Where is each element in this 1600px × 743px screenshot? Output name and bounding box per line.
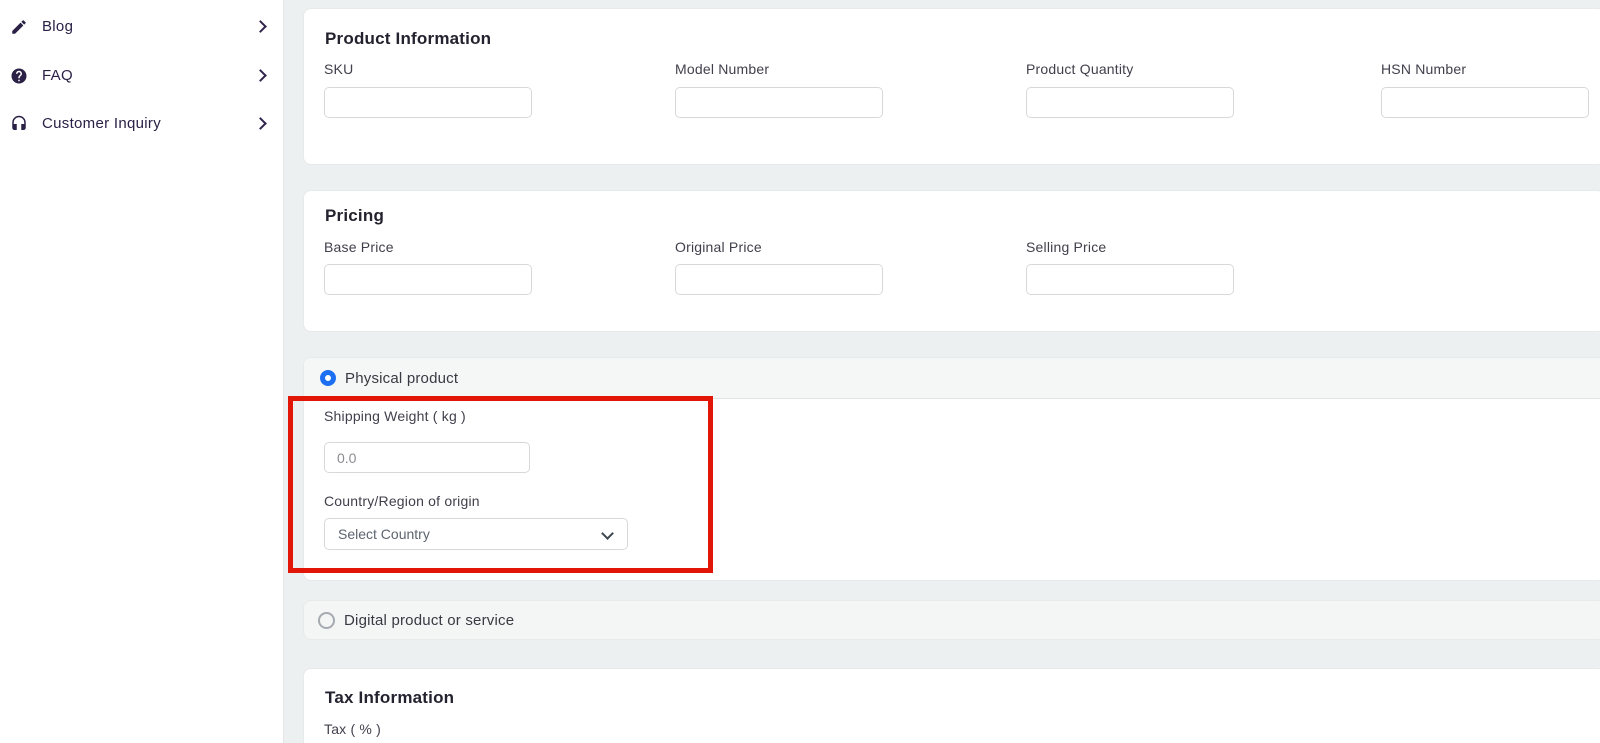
tax-percent-label: Tax ( % ) [324,721,381,737]
pricing-card: Pricing Base Price Original Price Sellin… [303,190,1600,332]
digital-product-option[interactable]: Digital product or service [303,600,1600,640]
hsn-number-input[interactable] [1381,87,1589,118]
model-number-label: Model Number [675,61,769,77]
product-information-card: Product Information SKU Model Number Pro… [303,8,1600,165]
shipping-weight-label: Shipping Weight ( kg ) [324,408,466,424]
base-price-input[interactable] [324,264,532,295]
country-select-value: Select Country [338,526,430,542]
country-select[interactable]: Select Country [324,518,628,550]
chevron-right-icon [254,117,267,130]
pricing-title: Pricing [325,206,384,226]
product-information-title: Product Information [325,29,491,49]
sidebar-item-label: FAQ [42,67,73,84]
sku-label: SKU [324,61,353,77]
sidebar-item-faq[interactable]: FAQ [0,56,283,96]
physical-product-radio[interactable] [320,370,336,386]
selling-price-input[interactable] [1026,264,1234,295]
headset-icon [10,115,28,133]
page: Blog FAQ Customer Inquiry Product Inform… [0,0,1600,743]
selling-price-label: Selling Price [1026,239,1106,255]
digital-product-radio[interactable] [318,612,335,629]
country-origin-label: Country/Region of origin [324,493,480,509]
digital-product-label: Digital product or service [344,612,514,629]
sidebar-item-label: Customer Inquiry [42,115,161,132]
physical-product-option[interactable]: Physical product [304,358,1600,399]
sku-input[interactable] [324,87,532,118]
product-quantity-input[interactable] [1026,87,1234,118]
chevron-down-icon [601,527,614,540]
chevron-right-icon [254,20,267,33]
pencil-icon [10,18,28,36]
question-circle-icon [10,67,28,85]
hsn-number-label: HSN Number [1381,61,1466,77]
chevron-right-icon [254,69,267,82]
shipping-weight-input[interactable] [324,442,530,473]
sidebar-item-customer-inquiry[interactable]: Customer Inquiry [0,104,283,144]
model-number-input[interactable] [675,87,883,118]
tax-information-card: Tax Information Tax ( % ) [303,668,1600,743]
sidebar-item-label: Blog [42,18,73,35]
base-price-label: Base Price [324,239,394,255]
original-price-input[interactable] [675,264,883,295]
original-price-label: Original Price [675,239,762,255]
sidebar-item-blog[interactable]: Blog [0,7,283,47]
physical-product-card: Physical product Shipping Weight ( kg ) … [303,357,1600,581]
sidebar: Blog FAQ Customer Inquiry [0,0,284,743]
product-quantity-label: Product Quantity [1026,61,1133,77]
tax-information-title: Tax Information [325,688,454,708]
physical-product-label: Physical product [345,370,458,387]
